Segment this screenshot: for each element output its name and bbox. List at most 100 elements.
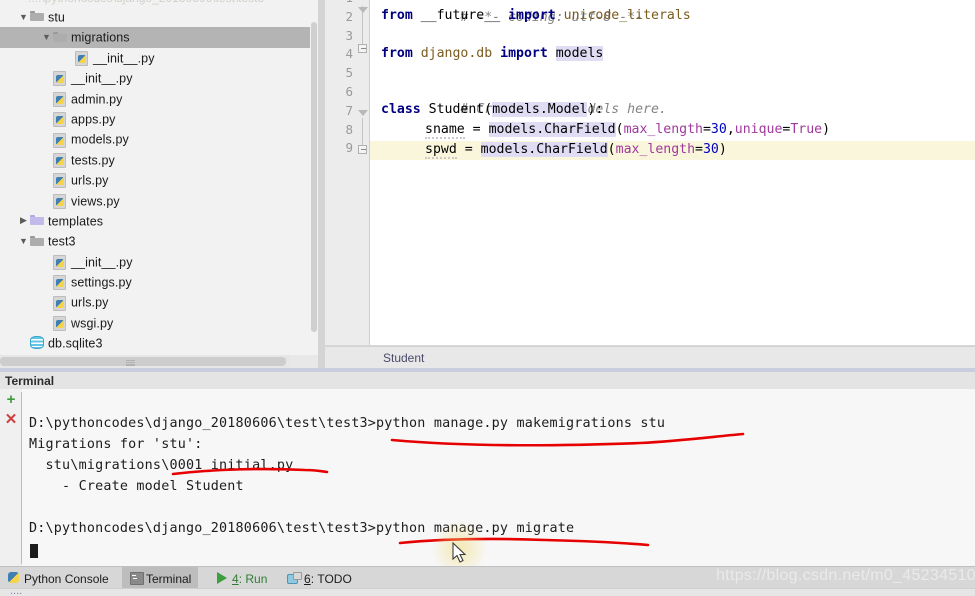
code-line-2: from __future__ import unicode_literals (381, 7, 691, 26)
tree-item-admin-py[interactable]: admin.py (0, 89, 318, 109)
vertical-splitter[interactable] (318, 0, 325, 368)
python-file-icon (53, 133, 68, 146)
kwarg-unique: unique (734, 122, 783, 137)
tree-item-label: templates (48, 214, 104, 229)
close-terminal-session-icon[interactable]: ✕ (4, 412, 18, 427)
tree-horizontal-scrollbar-thumb[interactable] (0, 357, 286, 366)
terminal-header: Terminal (0, 372, 975, 389)
terminal-line-1: D:\pythoncodes\django_20180606\test\test… (29, 416, 666, 431)
chevron-right-icon[interactable]: ▶ (17, 210, 30, 230)
editor-fold-markers[interactable] (325, 0, 369, 345)
tree-vertical-scrollbar-thumb[interactable] (311, 22, 317, 332)
tree-item-wsgi-py[interactable]: wsgi.py (0, 313, 318, 333)
tool-tab-run[interactable]: 4: Run (208, 567, 274, 589)
tree-item-migrations[interactable]: ▼ migrations (0, 27, 318, 48)
tree-item--init-py[interactable]: __init__.py (0, 252, 318, 272)
token-unicode-literals: unicode_literals (563, 8, 691, 23)
paren-open-1: ( (484, 102, 493, 117)
tool-tab-label: Python Console (24, 571, 109, 586)
project-tree-pane[interactable]: ....\pythoncodes\django_20180606\test\te… (0, 0, 318, 355)
kwarg-max-length-2: max_length (615, 142, 696, 157)
tree-vertical-scrollbar[interactable] (310, 0, 318, 355)
tool-window-tab-bar[interactable]: Python Console Terminal 4: Run 6: TODO (0, 566, 975, 589)
editor-code-area[interactable]: # -*- coding: utf-8 -*- from __future__ … (370, 0, 975, 345)
code-editor-pane[interactable]: 123456789 # -*- coding: utf-8 -*- from _… (325, 0, 975, 345)
code-line-7: class Student(models.Model): (381, 101, 603, 120)
fold-collapse-icon-line2[interactable] (358, 7, 368, 13)
chevron-down-icon[interactable]: ▼ (17, 7, 30, 27)
tool-tab-terminal[interactable]: Terminal (122, 567, 199, 589)
keyword-import-2: import (500, 46, 548, 61)
status-bar: .... (0, 588, 975, 596)
chevron-down-icon[interactable]: ▼ (17, 231, 30, 251)
tree-item-label: test3 (48, 234, 76, 249)
tree-item-label: tests.py (71, 153, 115, 168)
run-icon (215, 571, 229, 584)
tree-item-db-sqlite3[interactable]: db.sqlite3 (0, 333, 318, 353)
terminal-icon (129, 571, 144, 585)
terminal-title: Terminal (5, 374, 55, 388)
chevron-down-icon[interactable]: ▼ (40, 27, 53, 47)
equals-2: = (702, 122, 711, 137)
tree-item-test3[interactable]: ▼ test3 (0, 231, 318, 251)
fold-collapse-icon-line4[interactable] (358, 44, 367, 53)
paren-close-2: ) (822, 122, 831, 137)
tree-item-templates[interactable]: ▶ templates (0, 211, 318, 231)
code-line-9: spwd = models.CharField(max_length=30) (381, 141, 727, 160)
python-file-icon (53, 275, 68, 288)
tree-item-apps-py[interactable]: apps.py (0, 109, 318, 129)
tree-item-label: urls.py (71, 295, 109, 310)
tree-item-urls-py[interactable]: urls.py (0, 170, 318, 190)
value-30-2: 30 (702, 142, 719, 157)
equals-1: = (472, 122, 481, 137)
tree-item-settings-py[interactable]: settings.py (0, 272, 318, 292)
tool-tab-label: Terminal (146, 571, 192, 586)
editor-breadcrumb-bar[interactable]: Student (325, 346, 975, 368)
python-file-icon (75, 51, 90, 64)
new-terminal-session-icon[interactable]: + (4, 392, 18, 407)
python-file-icon (53, 92, 68, 105)
tree-item-views-py[interactable]: views.py (0, 191, 318, 211)
tree-horizontal-scrollbar[interactable] (0, 355, 290, 368)
tree-clipped-parent-row: ....\pythoncodes\django_20180606\test\te… (0, 0, 318, 7)
python-icon (7, 571, 21, 584)
tree-item-label: models.py (71, 132, 129, 147)
python-file-icon (53, 316, 68, 329)
code-line-6: # Create your models here. (381, 82, 666, 117)
paren-open-3: ( (607, 142, 616, 157)
tree-item-urls-py[interactable]: urls.py (0, 292, 318, 312)
tree-item--init-py[interactable]: __init__.py (0, 48, 318, 68)
tool-tab-label: Run (245, 571, 268, 586)
python-file-icon (53, 112, 68, 125)
tree-item-models-py[interactable]: models.py (0, 129, 318, 149)
tree-item-label: apps.py (71, 112, 116, 127)
terminal-line-3: stu\migrations\0001_initial.py (29, 458, 294, 473)
project-tree-list[interactable]: ▼ stu ▼ migrations __init__.py __init__.py adm… (0, 7, 318, 354)
tree-clipped-parent-label: ....\pythoncodes\django_20180606\test\te… (28, 0, 264, 5)
terminal-output-area[interactable]: D:\pythoncodes\django_20180606\test\test… (22, 389, 975, 568)
terminal-caret (30, 544, 38, 558)
tree-item-tests-py[interactable]: tests.py (0, 150, 318, 170)
field-sname: sname (425, 122, 465, 139)
python-file-icon (53, 173, 68, 186)
paren-open-2: ( (615, 122, 624, 137)
terminal-line-6: D:\pythoncodes\django_20180606\test\test… (29, 521, 575, 536)
keyword-from-2: from (381, 46, 413, 61)
tree-item-stu[interactable]: ▼ stu (0, 7, 318, 27)
ide-window: ....\pythoncodes\django_20180606\test\te… (0, 0, 975, 596)
colon-1: : (595, 102, 604, 117)
equals-4: = (464, 142, 473, 157)
fold-collapse-icon-line7[interactable] (358, 110, 368, 116)
fold-collapse-icon-line9[interactable] (358, 145, 367, 154)
tool-tab-todo[interactable]: 6: TODO (280, 567, 359, 589)
tool-tab-mnemonic: 6 (304, 571, 311, 586)
equals-5: = (695, 142, 703, 157)
breadcrumb-student[interactable]: Student (383, 351, 424, 365)
code-line-4: from django.db import models (381, 45, 604, 64)
tree-item--init-py[interactable]: __init__.py (0, 68, 318, 88)
python-file-icon (53, 296, 68, 309)
tree-item-label: db.sqlite3 (48, 336, 103, 351)
kwarg-max-length-1: max_length (623, 122, 703, 137)
terminal-toolbar: + ✕ (0, 389, 22, 568)
tool-tab-python-console[interactable]: Python Console (0, 567, 116, 589)
